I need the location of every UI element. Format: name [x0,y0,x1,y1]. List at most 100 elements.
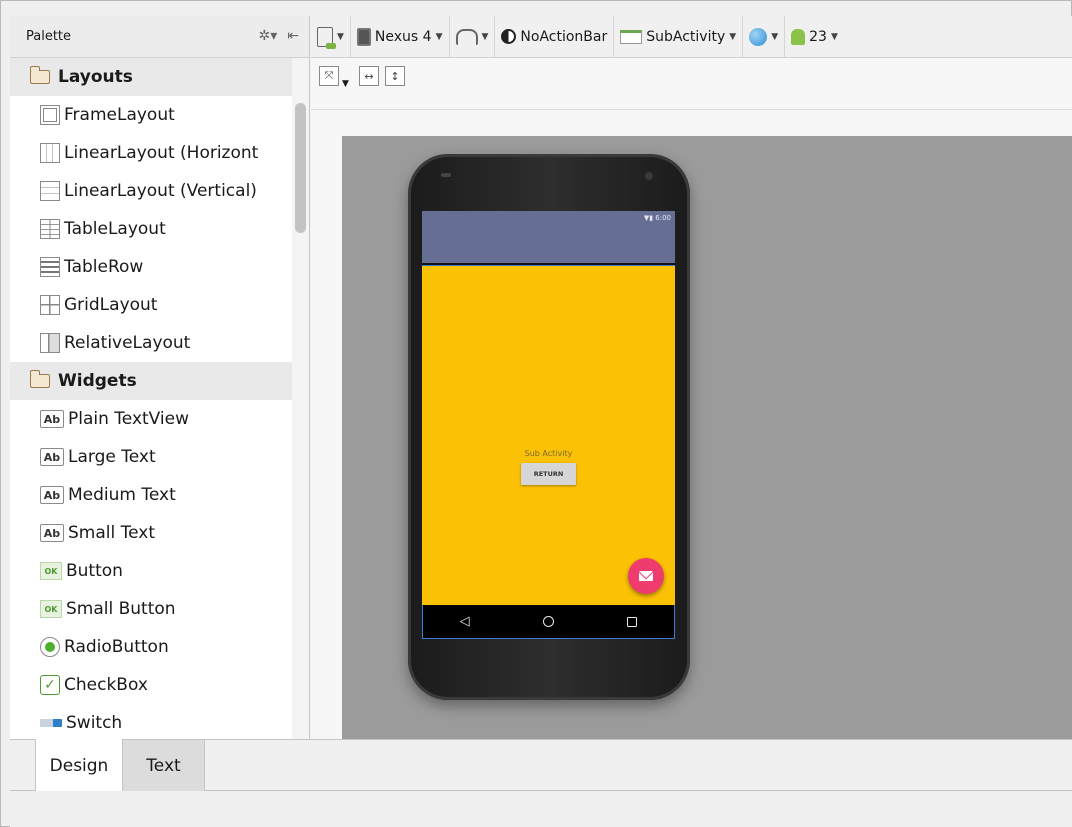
palette-item-label: RadioButton [64,637,169,657]
folder-icon [29,370,50,388]
palette-item-label: TableRow [64,257,144,277]
android-icon [791,28,806,45]
navigation-bar: ◁ [422,605,675,639]
chevron-down-icon: ▼ [481,31,489,42]
activity-icon [620,29,643,44]
grid-layout-icon [40,295,60,315]
theme-name: NoActionBar [520,28,608,45]
textview-icon: Ab [40,486,64,504]
chevron-down-icon: ▼ [771,31,779,42]
palette-item-label: CheckBox [64,675,148,695]
relative-layout-icon [40,333,60,353]
zoom-toolbar: ⤧ ▼ ↔ ↕ [311,58,1072,110]
palette-item[interactable]: LinearLayout (Vertical) [10,172,309,210]
linear-vertical-icon [40,181,60,201]
textview-icon: Ab [40,448,64,466]
palette-item-label: FrameLayout [64,105,175,125]
frame-layout-icon [40,105,60,125]
palette-item-label: Small Button [66,599,176,619]
api-level: 23 [809,28,827,45]
palette-item[interactable]: OK Small Button [10,590,309,628]
chevron-down-icon: ▼ [830,31,838,42]
palette-category-label: Layouts [58,67,133,87]
palette-item[interactable]: Ab Large Text [10,438,309,476]
theme-selector[interactable]: NoActionBar [495,16,615,57]
globe-icon [749,27,768,46]
palette-item[interactable]: TableLayout [10,210,309,248]
palette-category-widgets[interactable]: Widgets [10,362,309,400]
editor-tabbar: Design Text [10,739,1072,792]
status-strip [10,791,1072,827]
palette-title: Palette [26,29,72,44]
palette-item[interactable]: LinearLayout (Horizont [10,134,309,172]
device-name: Nexus 4 [374,28,432,45]
device-selector[interactable]: Nexus 4 ▼ [351,16,450,57]
zoom-fit-icon[interactable]: ⤧ [319,66,339,86]
palette-item-label: Medium Text [68,485,176,505]
hide-panel-icon[interactable]: ⇤ [287,28,299,44]
textview-icon: Ab [40,410,64,428]
button-icon: OK [40,600,62,618]
floating-action-button[interactable] [628,558,664,594]
folder-icon [29,66,50,84]
table-row-icon [40,257,60,277]
activity-selector[interactable]: SubActivity ▼ [614,16,744,57]
expand-horizontal-icon[interactable]: ↔ [358,66,379,86]
tab-text[interactable]: Text [123,740,205,792]
palette-scroll-thumb[interactable] [295,103,306,233]
palette-item-label: Plain TextView [68,409,190,429]
palette-item-label: Large Text [68,447,156,467]
device-config-button[interactable]: ▼ [311,16,351,57]
palette-item-label: RelativeLayout [64,333,191,353]
phone-icon [356,27,371,46]
api-selector[interactable]: 23 ▼ [785,16,844,57]
textview-icon: Ab [40,524,64,542]
switch-icon [40,719,62,727]
palette-item-label: Switch [66,713,123,733]
palette-item[interactable]: GridLayout [10,286,309,324]
return-button[interactable]: RETURN [521,463,576,485]
locale-selector[interactable]: ▼ [743,16,786,57]
device-config-icon [317,26,336,49]
android-studio-window: Palette ✲▾ ⇤ Layouts FrameLayout LinearLay… [0,0,1072,827]
palette-item[interactable]: Ab Plain TextView [10,400,309,438]
chevron-down-icon: ▼ [435,31,443,42]
recents-icon [627,616,638,627]
palette-item-label: TableLayout [64,219,166,239]
chevron-down-icon: ▼ [729,31,737,42]
palette-item-label: LinearLayout (Vertical) [64,181,257,201]
palette-item[interactable]: TableRow [10,248,309,286]
palette-item[interactable]: Ab Medium Text [10,476,309,514]
palette-category-layouts[interactable]: Layouts [10,58,309,96]
back-icon: ◁ [459,614,470,629]
chevron-down-icon[interactable]: ▼ [342,79,349,89]
palette-panel: Palette ✲▾ ⇤ Layouts FrameLayout LinearLay… [10,16,310,739]
tab-design[interactable]: Design [35,739,123,792]
status-bar: ▼▮ 6:00 [422,211,675,263]
palette-scrollbar[interactable] [292,58,309,739]
radio-icon [40,637,60,657]
linear-horizontal-icon [40,143,60,163]
palette-item[interactable]: OK Button [10,552,309,590]
checkbox-icon: ✓ [40,675,60,695]
gear-icon[interactable]: ✲▾ [259,28,278,44]
orientation-selector[interactable]: ▼ [450,16,496,57]
expand-vertical-icon[interactable]: ↕ [384,66,405,86]
palette-item[interactable]: Ab Small Text [10,514,309,552]
palette-item[interactable]: RadioButton [10,628,309,666]
phone-speaker [441,173,451,177]
orientation-icon [455,28,478,45]
activity-content[interactable]: Sub Activity RETURN [422,265,675,605]
palette-item[interactable]: FrameLayout [10,96,309,134]
button-icon: OK [40,562,62,580]
palette-item[interactable]: ✓ CheckBox [10,666,309,704]
palette-item[interactable]: RelativeLayout [10,324,309,362]
palette-category-label: Widgets [58,371,137,391]
design-toolbar: ▼ Nexus 4 ▼ ▼ NoActionBar SubActivity ▼ … [311,16,1072,58]
palette-item[interactable]: Switch [10,704,309,739]
home-icon [542,616,554,627]
device-screen[interactable]: ▼▮ 6:00 Sub Activity RETURN ◁ [422,211,675,639]
sub-activity-label[interactable]: Sub Activity [422,449,675,458]
chevron-down-icon: ▼ [337,31,344,42]
activity-name: SubActivity [646,28,726,45]
